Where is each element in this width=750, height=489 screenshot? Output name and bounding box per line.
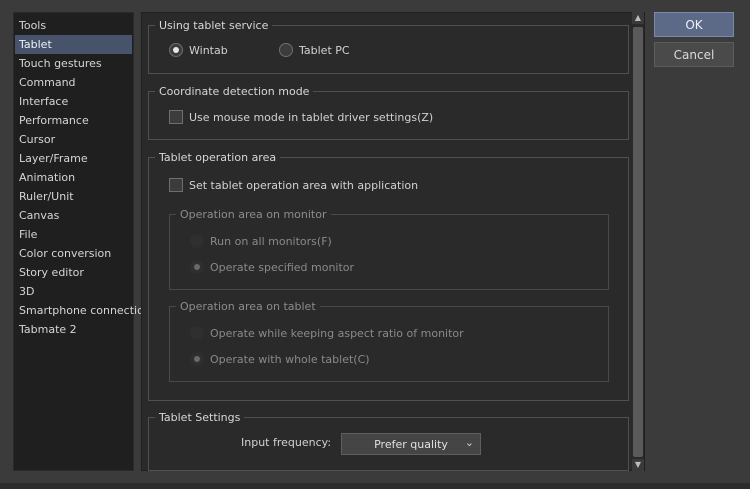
radio-disabled-selected-icon <box>190 260 204 274</box>
specified-monitor-label: Operate specified monitor <box>210 260 355 274</box>
group-title: Operation area on tablet <box>176 299 320 314</box>
sidebar-item-canvas[interactable]: Canvas <box>15 206 132 225</box>
tablet-area-group: Operation area on tablet Operate while k… <box>169 299 609 382</box>
specified-monitor-radio[interactable]: Operate specified monitor <box>190 260 354 274</box>
scroll-up-arrow-icon[interactable]: ▲ <box>632 12 644 24</box>
group-title: Using tablet service <box>155 18 273 33</box>
sidebar-item-ruler-unit[interactable]: Ruler/Unit <box>15 187 132 206</box>
chevron-down-icon: ⌄ <box>464 436 474 449</box>
radio-selected-icon <box>169 43 183 57</box>
category-list: Tools Tablet Touch gestures Command Inte… <box>13 12 151 471</box>
radio-disabled-icon <box>190 234 204 248</box>
tablet-pc-label: Tablet PC <box>299 43 350 57</box>
sidebar-item-interface[interactable]: Interface <box>15 92 132 111</box>
scroll-thumb[interactable] <box>633 27 643 457</box>
checkbox-icon <box>169 110 183 124</box>
sidebar-item-tablet[interactable]: Tablet <box>15 35 132 54</box>
radio-unselected-icon <box>279 43 293 57</box>
sidebar-item-story-editor[interactable]: Story editor <box>15 263 132 282</box>
sidebar-item-smartphone-connection[interactable]: Smartphone connection <box>15 301 151 320</box>
monitor-area-group: Operation area on monitor Run on all mon… <box>169 207 609 290</box>
set-area-with-app-label: Set tablet operation area with applicati… <box>189 178 419 192</box>
tablet-settings-group: Tablet Settings Input frequency: Prefer … <box>148 410 629 471</box>
input-frequency-select[interactable]: Prefer quality ⌄ <box>341 433 481 455</box>
keep-aspect-label: Operate while keeping aspect ratio of mo… <box>210 326 464 340</box>
settings-panel: Using tablet service Wintab Tablet PC Co… <box>141 12 645 471</box>
tablet-pc-radio[interactable]: Tablet PC <box>279 43 350 57</box>
sidebar-item-file[interactable]: File <box>15 225 132 244</box>
vertical-scrollbar[interactable]: ▲ ▼ <box>632 12 644 471</box>
sidebar-item-3d[interactable]: 3D <box>15 282 132 301</box>
bottom-edge <box>0 483 750 489</box>
set-area-with-app-checkbox[interactable]: Set tablet operation area with applicati… <box>169 178 418 192</box>
mouse-mode-checkbox[interactable]: Use mouse mode in tablet driver settings… <box>169 110 433 124</box>
checkbox-icon <box>169 178 183 192</box>
group-title: Tablet operation area <box>155 150 281 165</box>
group-title: Tablet Settings <box>155 410 245 425</box>
whole-tablet-label: Operate with whole tablet(C) <box>210 352 370 366</box>
sidebar-item-command[interactable]: Command <box>15 73 132 92</box>
wintab-label: Wintab <box>189 43 228 57</box>
sidebar-item-animation[interactable]: Animation <box>15 168 132 187</box>
input-frequency-label: Input frequency: <box>241 436 332 449</box>
operation-area-group: Tablet operation area Set tablet operati… <box>148 150 629 401</box>
sidebar-item-performance[interactable]: Performance <box>15 111 132 130</box>
all-monitors-label: Run on all monitors(F) <box>210 234 332 248</box>
scroll-down-arrow-icon[interactable]: ▼ <box>632 459 644 471</box>
sidebar-item-cursor[interactable]: Cursor <box>15 130 132 149</box>
sidebar-item-touch-gestures[interactable]: Touch gestures <box>15 54 132 73</box>
radio-disabled-icon <box>190 326 204 340</box>
tablet-service-group: Using tablet service Wintab Tablet PC <box>148 18 629 74</box>
input-frequency-value: Prefer quality <box>374 437 448 451</box>
coordinate-mode-group: Coordinate detection mode Use mouse mode… <box>148 84 629 140</box>
keep-aspect-radio[interactable]: Operate while keeping aspect ratio of mo… <box>190 326 464 340</box>
sidebar-item-tabmate-2[interactable]: Tabmate 2 <box>15 320 132 339</box>
ok-button[interactable]: OK <box>654 12 734 37</box>
radio-disabled-selected-icon <box>190 352 204 366</box>
mouse-mode-label: Use mouse mode in tablet driver settings… <box>189 110 434 124</box>
group-title: Coordinate detection mode <box>155 84 314 99</box>
sidebar-item-color-conversion[interactable]: Color conversion <box>15 244 132 263</box>
sidebar-item-layer-frame[interactable]: Layer/Frame <box>15 149 132 168</box>
wintab-radio[interactable]: Wintab <box>169 43 228 57</box>
group-title: Operation area on monitor <box>176 207 331 222</box>
all-monitors-radio[interactable]: Run on all monitors(F) <box>190 234 332 248</box>
cancel-button[interactable]: Cancel <box>654 42 734 67</box>
sidebar-item-tools[interactable]: Tools <box>15 16 132 35</box>
whole-tablet-radio[interactable]: Operate with whole tablet(C) <box>190 352 370 366</box>
